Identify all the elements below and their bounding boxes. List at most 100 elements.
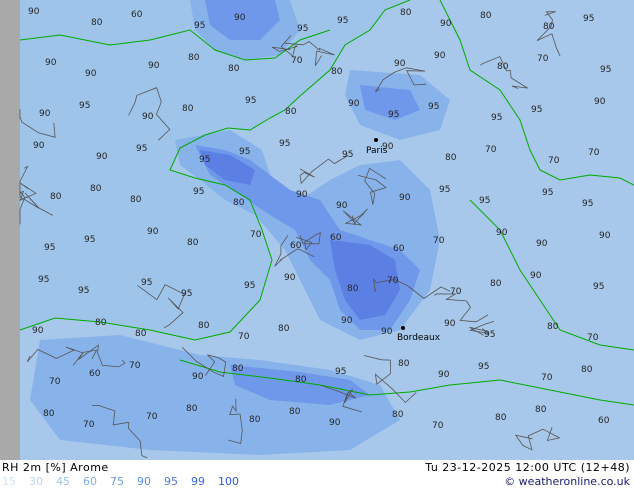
contour-label: 95 — [335, 367, 346, 377]
contour-label: 80 — [95, 318, 107, 328]
contour-label: 70 — [146, 412, 158, 422]
contour-label: 95 — [582, 199, 593, 209]
contour-label: 90 — [296, 190, 308, 200]
contour-label: 90 — [39, 109, 51, 119]
contour-label: 95 — [439, 185, 450, 195]
contour-label: 80 — [278, 324, 290, 334]
contour-label: 90 — [530, 271, 542, 281]
outside-domain-area — [0, 0, 20, 300]
contour-label: 80 — [445, 153, 457, 163]
contour-label: 70 — [541, 373, 553, 383]
contour-label: 80 — [497, 62, 509, 72]
contour-label: 95 — [199, 155, 210, 165]
contour-label: 90 — [45, 58, 57, 68]
contour-label: 70 — [537, 54, 549, 64]
contour-label: 60 — [290, 241, 302, 251]
legend-item-100: 100 — [218, 475, 239, 488]
contour-label: 90 — [329, 418, 341, 428]
contour-label: 90 — [28, 7, 40, 17]
outside-domain-area-south — [0, 300, 20, 460]
weather-map: 90 80 60 95 90 95 95 80 90 80 80 95 90 90 90 80 80 70 80 90… — [0, 0, 634, 460]
contour-label: 80 — [228, 64, 240, 74]
contour-label: 95 — [245, 96, 256, 106]
contour-label: 95 — [428, 102, 439, 112]
contour-label: 80 — [295, 375, 307, 385]
contour-label: 80 — [90, 184, 102, 194]
contour-label: 90 — [85, 69, 97, 79]
contour-label: 60 — [393, 244, 405, 254]
contour-label: 80 — [43, 409, 55, 419]
contour-label: 90 — [192, 372, 204, 382]
contour-label: 95 — [194, 21, 205, 31]
contour-label: 70 — [433, 236, 445, 246]
contour-label: 80 — [392, 410, 404, 420]
contour-label: 80 — [331, 67, 343, 77]
contour-label: 95 — [342, 150, 353, 160]
contour-label: 95 — [239, 147, 250, 157]
contour-label: 95 — [141, 278, 152, 288]
contour-label: 70 — [49, 377, 61, 387]
contour-label: 90 — [147, 227, 159, 237]
city-marker-paris — [374, 138, 378, 142]
contour-label: 70 — [250, 230, 262, 240]
contour-label: 95 — [542, 188, 553, 198]
contour-label: 95 — [484, 330, 495, 340]
contour-label: 95 — [279, 139, 290, 149]
contour-label: 90 — [234, 13, 246, 23]
contour-label: 95 — [479, 196, 490, 206]
contour-label: 80 — [188, 53, 200, 63]
contour-label: 90 — [536, 239, 548, 249]
contour-label: 80 — [400, 8, 412, 18]
contour-label: 80 — [495, 413, 507, 423]
contour-label: 90 — [594, 97, 606, 107]
contour-label: 95 — [337, 16, 348, 26]
contour-label: 80 — [581, 365, 593, 375]
legend-item-30: 30 — [29, 475, 43, 488]
contour-label: 90 — [96, 152, 108, 162]
contour-label: 80 — [347, 284, 359, 294]
contour-label: 95 — [491, 113, 502, 123]
contour-label: 60 — [89, 369, 101, 379]
contour-label: 90 — [394, 59, 406, 69]
contour-label: 95 — [78, 286, 89, 296]
credit-link[interactable]: © weatheronline.co.uk — [504, 474, 630, 489]
contour-label: 80 — [289, 407, 301, 417]
legend-item-75: 75 — [110, 475, 124, 488]
contour-label: 90 — [440, 19, 452, 29]
contour-label: 95 — [79, 101, 90, 111]
contour-label: 60 — [330, 233, 342, 243]
legend-item-15: 15 — [2, 475, 16, 488]
footer-title-row: RH 2m [%] Arome Tu 23-12-2025 12:00 UTC … — [0, 460, 634, 475]
contour-label: 70 — [450, 287, 462, 297]
contour-label: 90 — [496, 228, 508, 238]
contour-label: 95 — [388, 110, 399, 120]
contour-label: 95 — [297, 24, 308, 34]
map-canvas: 90 80 60 95 90 95 95 80 90 80 80 95 90 90 90 80 80 70 80 90… — [0, 0, 634, 460]
contour-label: 95 — [478, 362, 489, 372]
product-label: RH 2m [%] Arome — [2, 461, 109, 474]
contour-label: 60 — [598, 416, 610, 426]
contour-label: 95 — [600, 65, 611, 75]
contour-label: 95 — [593, 282, 604, 292]
contour-label: 80 — [186, 404, 198, 414]
contour-label: 70 — [387, 276, 399, 286]
contour-label: 80 — [135, 329, 147, 339]
city-label-paris: Paris — [366, 146, 388, 156]
city-label-bordeaux: Bordeaux — [397, 333, 441, 343]
contour-label: 70 — [548, 156, 560, 166]
contour-label: 80 — [398, 359, 410, 369]
contour-label: 80 — [182, 104, 194, 114]
contour-label: 70 — [588, 148, 600, 158]
legend-item-60: 60 — [83, 475, 97, 488]
contour-label: 90 — [336, 201, 348, 211]
contour-label: 90 — [284, 273, 296, 283]
contour-label: 95 — [531, 105, 542, 115]
contour-label: 95 — [193, 187, 204, 197]
contour-label: 70 — [587, 333, 599, 343]
contour-label: 90 — [599, 231, 611, 241]
contour-label: 70 — [238, 332, 250, 342]
contour-label: 90 — [348, 99, 360, 109]
legend-item-45: 45 — [56, 475, 70, 488]
contour-label: 80 — [285, 107, 297, 117]
contour-label: 90 — [33, 141, 45, 151]
